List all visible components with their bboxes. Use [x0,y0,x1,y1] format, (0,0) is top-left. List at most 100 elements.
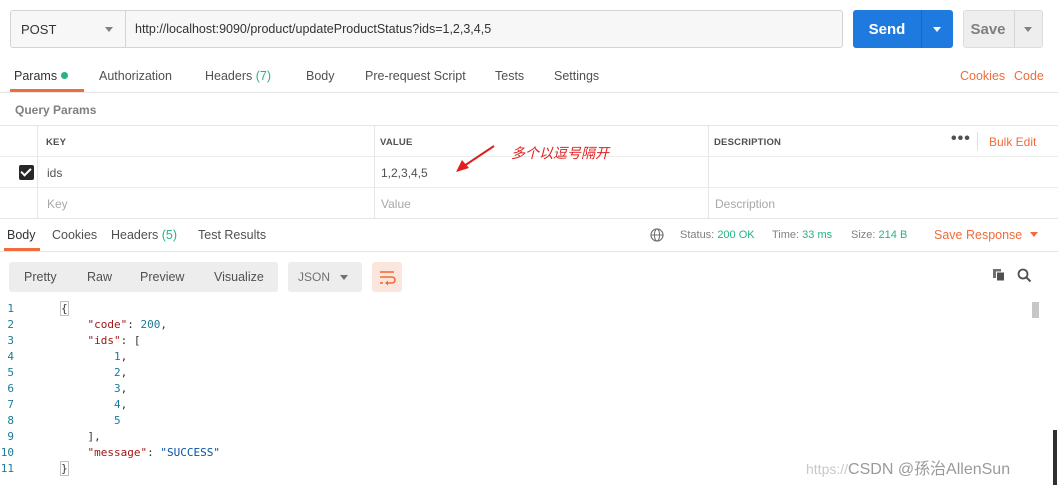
tab-test-results[interactable]: Test Results [198,228,266,242]
code-content: { [60,301,69,316]
new-key-input[interactable]: Key [47,197,68,211]
query-params-table: KEY VALUE DESCRIPTION ••• Bulk Edit ids … [0,125,1058,219]
row-enabled-checkbox[interactable] [19,165,34,180]
raw-button[interactable]: Raw [87,270,112,284]
tab-response-headers-label: Headers [111,228,159,242]
watermark-text: CSDN @孫治AllenSun [848,461,1011,478]
wrap-lines-button[interactable] [372,262,402,292]
tab-params-label: Params [14,69,58,83]
column-header-value: VALUE [380,137,413,148]
line-number: 7 [7,398,14,411]
tab-pre-request-script[interactable]: Pre-request Script [365,69,466,83]
chevron-down-icon [340,275,348,280]
tab-body[interactable]: Body [306,69,335,83]
save-response-button[interactable]: Save Response [934,228,1039,242]
line-number: 1 [7,302,14,315]
line-number: 8 [7,414,14,427]
code-line: 9 ], [0,430,1030,446]
wrap-lines-icon [380,271,396,286]
copy-icon[interactable] [992,268,1006,282]
tab-params[interactable]: Params [14,69,69,83]
code-content: 1, [113,350,128,363]
chevron-down-icon [105,27,113,32]
code-content: "code": 200, [87,318,168,331]
json-key-message: "message" [87,446,148,459]
line-number: 9 [7,430,14,443]
code-link[interactable]: Code [1014,69,1044,83]
active-tab-indicator [4,248,40,251]
json-array-item: 1 [113,350,121,363]
save-divider [1014,11,1015,47]
request-bar: POST http://localhost:9090/product/updat… [0,0,1058,60]
code-line: 3 "ids": [ [0,334,1030,350]
send-button[interactable]: Send [853,10,953,48]
params-active-dot-icon [61,72,69,79]
window-scrollbar[interactable] [1053,430,1057,485]
cookies-link[interactable]: Cookies [960,69,1005,83]
view-mode-group: Pretty Raw Preview Visualize [9,262,278,292]
save-options-chevron-icon[interactable] [1024,27,1032,32]
pretty-button[interactable]: Pretty [24,270,57,284]
save-button[interactable]: Save [963,10,1043,48]
tab-headers[interactable]: Headers (7) [205,69,271,83]
search-icon[interactable] [1017,268,1032,283]
json-key-ids: "ids" [87,334,121,347]
code-content: "message": "SUCCESS" [87,446,220,459]
json-array-item: 2 [113,366,121,379]
line-number: 3 [7,334,14,347]
annotation-arrow-icon [456,145,495,172]
param-value-cell[interactable]: 1,2,3,4,5 [381,166,428,180]
editor-scrollbar[interactable] [1032,302,1039,318]
status-value: 200 OK [717,229,755,241]
method-select[interactable]: POST [10,10,125,48]
table-row-new: Key Value Description [0,188,1058,219]
time-label: Time: [772,229,800,241]
tab-settings[interactable]: Settings [554,69,599,83]
size-value: 214 B [878,229,908,241]
send-options-chevron-icon[interactable] [933,27,941,32]
watermark-prefix: https:// [806,461,849,477]
time-readout: Time: 33 ms [772,229,832,241]
code-line: 4 1, [0,350,1030,366]
query-params-title: Query Params [15,103,97,117]
send-label: Send [868,20,906,38]
json-key-code: "code" [87,318,128,331]
param-key-cell[interactable]: ids [47,166,62,180]
code-content: 5 [61,414,121,427]
response-tabs: Body Cookies Headers (5) Test Results St… [0,219,1058,252]
tab-authorization[interactable]: Authorization [99,69,172,83]
column-header-key: KEY [46,137,67,148]
tab-tests[interactable]: Tests [495,69,524,83]
header-action-divider [977,132,978,150]
format-select[interactable]: JSON [288,262,362,292]
column-header-description: DESCRIPTION [714,137,782,148]
url-input[interactable]: http://localhost:9090/product/updateProd… [125,10,843,48]
watermark: https://CSDN @孫治AllenSun [806,455,1010,479]
code-line: 1 { [0,301,1030,318]
more-options-icon[interactable]: ••• [951,130,971,148]
save-response-label: Save Response [934,228,1023,242]
tab-response-body[interactable]: Body [7,228,36,242]
globe-icon[interactable] [650,228,664,242]
tab-response-headers[interactable]: Headers (5) [111,228,177,242]
visualize-button[interactable]: Visualize [214,270,264,284]
new-value-input[interactable]: Value [381,197,411,211]
json-array-item: 4 [113,398,121,411]
line-number: 5 [7,366,14,379]
tab-response-cookies[interactable]: Cookies [52,228,97,242]
code-content: } [60,461,69,476]
code-content: "ids": [ [87,334,141,347]
code-line: 8 5 [0,414,1030,430]
brace-match: { [60,301,69,316]
bulk-edit-button[interactable]: Bulk Edit [989,135,1036,149]
json-value-code: 200 [140,318,161,331]
size-label: Size: [851,229,876,241]
status-readout: Status: 200 OK [680,229,755,241]
new-description-input[interactable]: Description [715,197,775,211]
preview-button[interactable]: Preview [140,270,184,284]
time-value: 33 ms [802,229,833,241]
code-content: 4, [113,398,128,411]
line-number: 11 [0,462,14,475]
tab-response-headers-count: (5) [161,228,178,242]
active-tab-indicator [10,89,84,92]
